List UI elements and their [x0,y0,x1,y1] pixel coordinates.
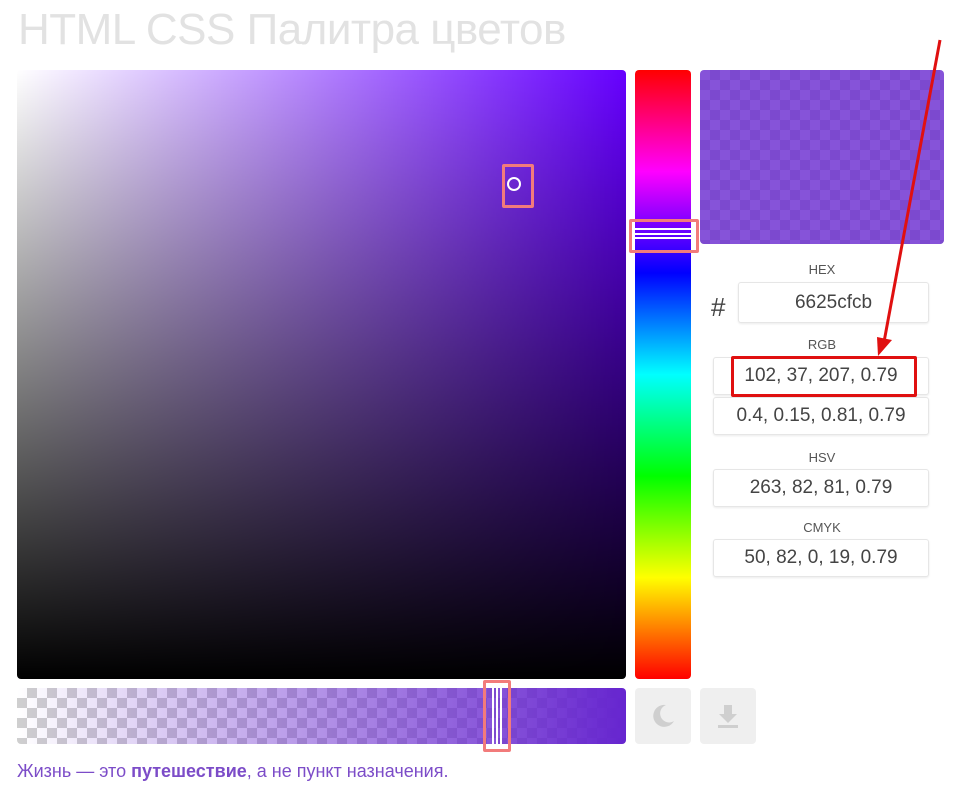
theme-toggle-button[interactable] [635,688,691,744]
download-button[interactable] [700,688,756,744]
alpha-slider-handle[interactable] [492,687,502,745]
footer-quote: Жизнь — это путешествие, а не пункт назн… [17,761,448,782]
quote-bold: путешествие [131,761,247,781]
alpha-gradient [17,688,626,744]
annotation-arrow [877,39,942,356]
alpha-slider[interactable] [17,688,626,744]
quote-start: Жизнь — это [17,761,132,781]
quote-end: , а не пункт назначения. [246,761,449,781]
moon-icon [653,704,674,727]
download-icon [718,705,738,728]
